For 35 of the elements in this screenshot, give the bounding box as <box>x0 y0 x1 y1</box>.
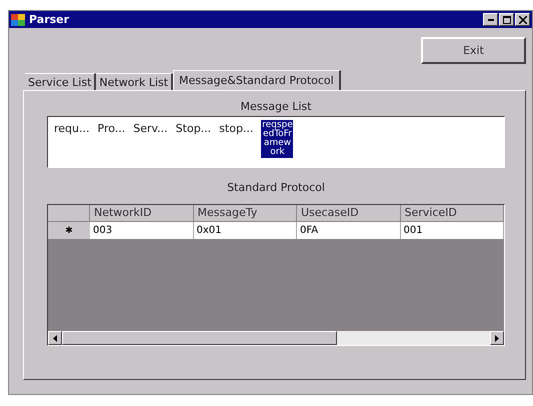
section-title: Standard Protocol <box>226 181 326 194</box>
exit-button[interactable]: Exit <box>421 37 526 64</box>
tab[interactable]: Message&Standard Protocol <box>173 70 341 90</box>
minimize-icon <box>488 18 494 20</box>
close-button[interactable] <box>515 13 530 26</box>
close-icon <box>518 16 526 24</box>
table-cell[interactable]: 003 <box>90 222 194 239</box>
list-item[interactable]: Stop... <box>176 120 212 135</box>
maximize-button[interactable] <box>499 13 514 26</box>
maximize-icon <box>502 16 510 24</box>
column-header[interactable]: MessageTy <box>194 205 297 222</box>
list-item[interactable]: reqspeedToFramework <box>261 120 294 158</box>
app-icon <box>11 14 25 26</box>
column-header[interactable]: NetworkID <box>90 205 194 222</box>
scrollbar-thumb[interactable] <box>62 331 337 345</box>
list-item[interactable]: requ... <box>54 120 90 135</box>
list-item[interactable]: stop... <box>219 120 254 135</box>
left-arrow-icon <box>53 334 57 342</box>
right-arrow-icon <box>495 334 499 342</box>
column-header[interactable]: ServiceID <box>400 205 504 222</box>
scroll-right-button[interactable] <box>490 331 504 345</box>
tab[interactable]: Network List <box>96 73 174 90</box>
list-item[interactable]: Serv... <box>133 120 168 135</box>
column-header[interactable]: UsecaseID <box>297 205 400 222</box>
table-cell[interactable]: 001 <box>400 222 504 239</box>
table-cell[interactable]: 0x01 <box>194 222 297 239</box>
list-item[interactable]: Pro... <box>98 120 126 135</box>
new-row-marker: ✱ <box>48 222 90 239</box>
minimize-button[interactable] <box>483 13 498 26</box>
window-title: Parser <box>29 13 70 26</box>
horizontal-scrollbar[interactable] <box>48 331 504 345</box>
scroll-left-button[interactable] <box>48 331 62 345</box>
tab[interactable]: Service List <box>25 73 96 90</box>
table-cell[interactable]: 0FA <box>297 222 400 239</box>
section-title: Message List <box>240 100 312 113</box>
